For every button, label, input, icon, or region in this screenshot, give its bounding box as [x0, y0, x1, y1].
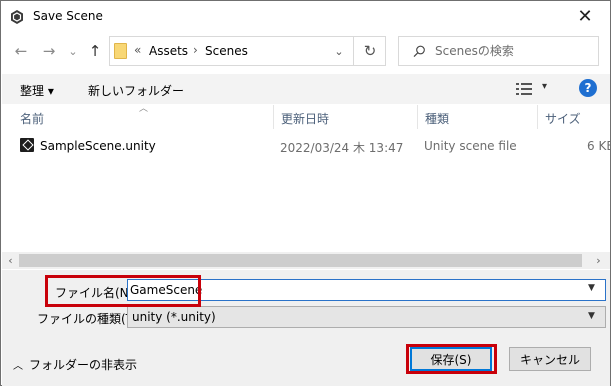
- chevron-down-icon: ▼: [588, 311, 595, 321]
- breadcrumb-scenes[interactable]: Scenes: [205, 44, 248, 58]
- cancel-button[interactable]: キャンセル: [509, 347, 591, 371]
- hide-folders-label: フォルダーの非表示: [29, 358, 138, 372]
- horizontal-scrollbar[interactable]: ‹ ›: [2, 252, 610, 269]
- forward-arrow-icon: →: [42, 42, 56, 60]
- window-title: Save Scene: [33, 9, 103, 23]
- breadcrumb-separator-icon: ›: [193, 43, 198, 57]
- refresh-button[interactable]: ↻: [353, 36, 386, 66]
- recent-locations-button[interactable]: ⌄: [63, 41, 83, 61]
- file-row[interactable]: SampleScene.unity 2022/03/24 木 13:47 Uni…: [2, 135, 611, 157]
- new-folder-button[interactable]: 新しいフォルダー: [88, 82, 184, 99]
- chevron-down-icon: ⌄: [334, 44, 344, 58]
- scroll-left-icon[interactable]: ‹: [2, 254, 19, 267]
- file-type: Unity scene file: [424, 139, 517, 153]
- view-options-chevron-icon[interactable]: ▾: [542, 81, 547, 92]
- address-dropdown-button[interactable]: ⌄: [325, 36, 353, 66]
- search-input[interactable]: [435, 42, 595, 60]
- file-name: SampleScene.unity: [40, 139, 156, 153]
- unity-file-icon: [20, 138, 34, 152]
- up-button[interactable]: ↑: [85, 41, 105, 61]
- chevron-down-icon[interactable]: ▼: [588, 283, 595, 293]
- hide-folders-toggle[interactable]: ︿ フォルダーの非表示: [13, 356, 137, 373]
- title-bar: Save Scene ✕: [1, 1, 610, 33]
- forward-button[interactable]: →: [39, 41, 59, 61]
- save-button[interactable]: 保存(S): [410, 347, 492, 371]
- close-button[interactable]: ✕: [562, 1, 608, 32]
- file-modified: 2022/03/24 木 13:47: [280, 141, 404, 155]
- back-button[interactable]: ←: [11, 41, 31, 61]
- breadcrumb-assets[interactable]: Assets: [149, 44, 188, 58]
- overflow-chevron-icon[interactable]: «: [134, 43, 141, 57]
- column-header-modified[interactable]: 更新日時: [274, 105, 417, 129]
- column-header-type[interactable]: 種類: [418, 105, 537, 129]
- chevron-down-icon: ⌄: [68, 44, 78, 58]
- up-arrow-icon: ↑: [88, 42, 102, 60]
- file-size: 6 KB: [587, 139, 611, 153]
- chevron-up-icon: ︿: [13, 361, 23, 372]
- close-icon: ✕: [577, 6, 593, 27]
- filetype-value: unity (*.unity): [132, 310, 216, 324]
- unity-app-icon: [11, 10, 23, 24]
- highlight-box-filename: [45, 275, 201, 307]
- search-icon: [413, 45, 425, 58]
- refresh-icon: ↻: [363, 42, 377, 60]
- search-box[interactable]: [398, 36, 599, 66]
- scrollbar-thumb[interactable]: [19, 254, 582, 267]
- column-header-name[interactable]: 名前: [13, 105, 273, 129]
- save-scene-dialog: Save Scene ✕ ← → ⌄ ↑ « Assets › Scenes ⌄…: [0, 0, 611, 386]
- folder-icon: [114, 43, 127, 59]
- scroll-right-icon[interactable]: ›: [590, 254, 607, 267]
- help-icon[interactable]: ?: [579, 79, 597, 97]
- column-header-size[interactable]: サイズ: [538, 105, 610, 129]
- organize-menu[interactable]: 整理 ▾: [20, 82, 54, 99]
- view-details-icon[interactable]: [516, 82, 532, 96]
- filetype-select[interactable]: unity (*.unity) ▼: [127, 306, 606, 328]
- back-arrow-icon: ←: [14, 42, 28, 60]
